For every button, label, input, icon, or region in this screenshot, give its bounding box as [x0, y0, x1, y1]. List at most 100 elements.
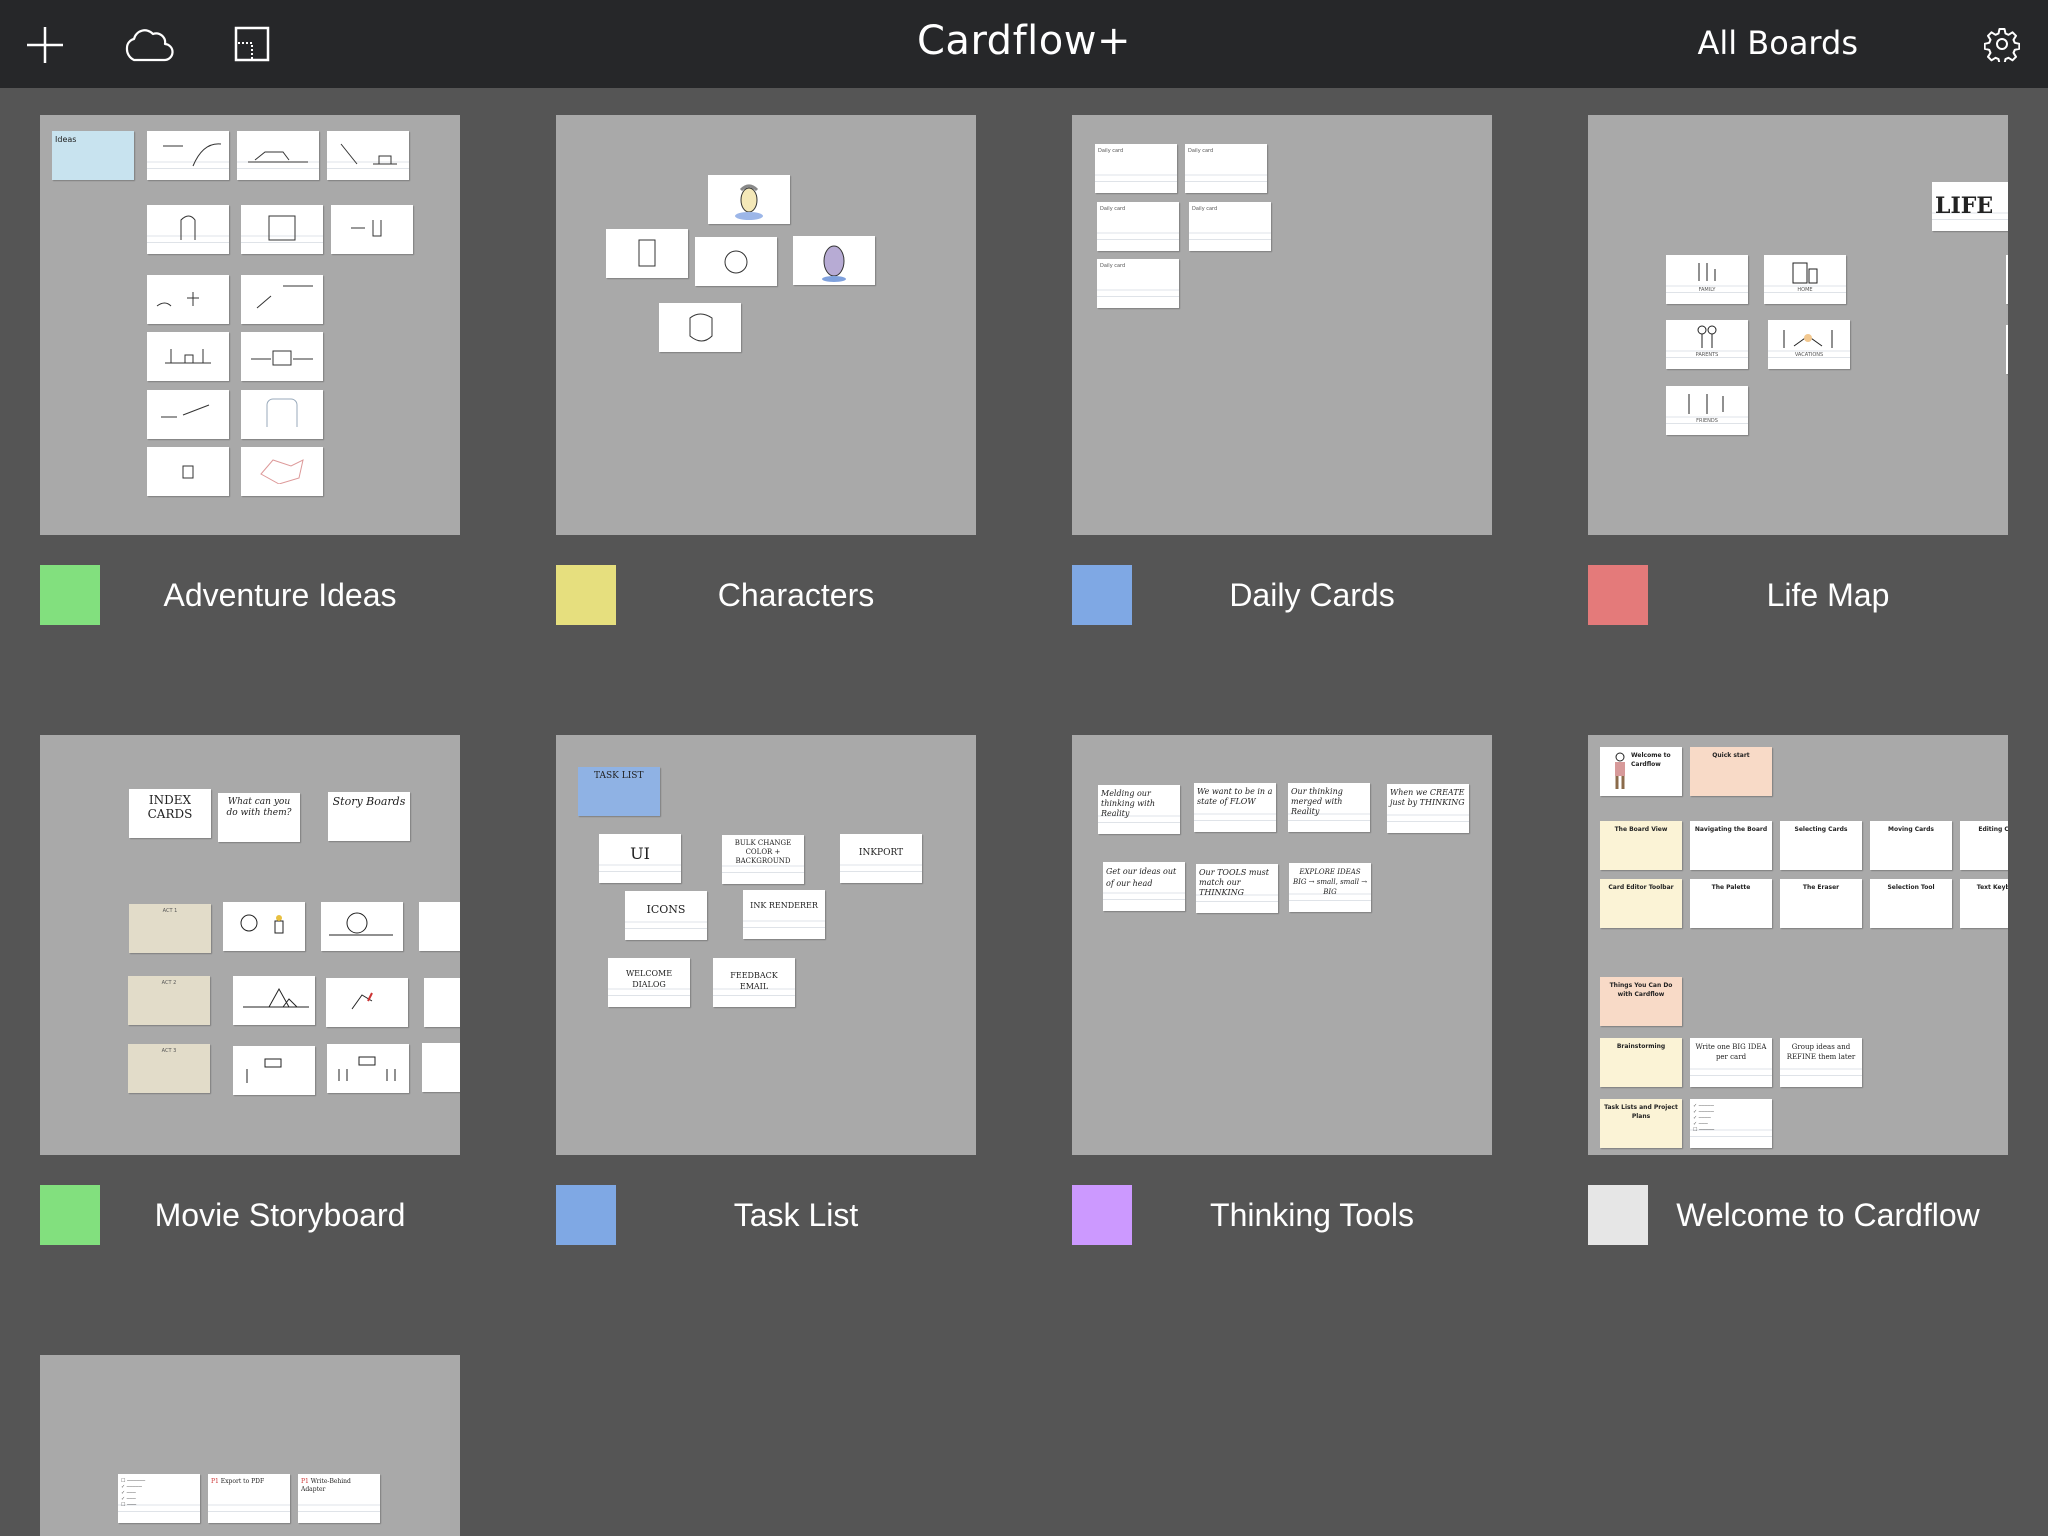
- card-text: Selection Tool: [1887, 884, 1935, 891]
- card: [147, 447, 229, 496]
- board-thumbnail[interactable]: Ideas: [40, 115, 460, 535]
- card: [708, 175, 790, 224]
- card-text: Text Keyboard: [1976, 884, 2008, 891]
- card: [327, 1044, 409, 1093]
- card-text: Write one BIG IDEA per card: [1695, 1043, 1767, 1061]
- card: ICONS: [625, 891, 707, 940]
- board-label[interactable]: Adventure Ideas: [40, 565, 460, 625]
- board-name: Characters: [717, 577, 875, 613]
- card: [241, 390, 323, 439]
- card: BULK CHANGE COLOR + BACKGROUND: [722, 835, 804, 884]
- sketch-icon: [351, 992, 373, 1010]
- card-edge: [2006, 325, 2008, 374]
- card-text: Melding our thinking with Reality: [1101, 789, 1156, 818]
- card: Brainstorming: [1600, 1038, 1682, 1087]
- card: INK RENDERER: [743, 890, 825, 939]
- card: [147, 205, 229, 254]
- card-text: EXPLORE IDEAS BIG → small, small → BIG: [1292, 868, 1368, 896]
- card-text: Daily card: [1100, 263, 1126, 269]
- board-thumbnail[interactable]: Welcome to Cardflow Quick start The Boar…: [1588, 735, 2008, 1155]
- board-label[interactable]: Thinking Tools: [1072, 1185, 1492, 1245]
- card-text: Group ideas and REFINE them later: [1786, 1043, 1856, 1061]
- sketch-icon: [161, 404, 210, 418]
- card-text: ACT 1: [162, 908, 178, 914]
- card: Story Boards: [328, 792, 410, 841]
- card-text: Task Lists and Project Plans: [1604, 1104, 1678, 1120]
- priority-flag: P1: [301, 1478, 311, 1485]
- card: LIFE: [1932, 182, 2008, 231]
- card: Melding our thinking with Reality: [1098, 785, 1180, 834]
- board-thumbnail[interactable]: [556, 115, 976, 535]
- card: Daily card: [1185, 144, 1267, 193]
- board-thumbnail[interactable]: Melding our thinking with Reality We wan…: [1072, 735, 1492, 1155]
- card-text: ACT 3: [161, 1048, 177, 1054]
- card: [147, 131, 229, 180]
- board-name: Welcome to Cardflow: [1676, 1197, 1980, 1233]
- card: PARENTS: [1666, 320, 1748, 369]
- board-thumbnail[interactable]: Daily card Daily card Daily card Daily c…: [1072, 115, 1492, 535]
- sketch-icon: [256, 285, 313, 309]
- board-label[interactable]: Welcome to Cardflow: [1588, 1185, 2008, 1245]
- card: VACATIONS: [1768, 320, 1850, 369]
- board-label[interactable]: Characters: [556, 565, 976, 625]
- card: The Palette: [1690, 879, 1772, 928]
- card: Ideas: [52, 131, 134, 180]
- color-swatch: [556, 1185, 616, 1245]
- sketch-icon: [240, 914, 284, 934]
- priority-flag: P1: [211, 1478, 221, 1485]
- card: [147, 332, 229, 381]
- card: Selection Tool: [1870, 879, 1952, 928]
- stick-figure-icon: [1698, 263, 1716, 281]
- card: P1 Export to PDF: [208, 1474, 290, 1523]
- card-text: Card Editor Toolbar: [1608, 884, 1674, 891]
- card: ACT 3: [128, 1044, 210, 1093]
- board-name: Life Map: [1766, 577, 1890, 613]
- card: [241, 205, 323, 254]
- card: [419, 902, 460, 951]
- card: TASK LIST: [578, 767, 660, 816]
- card-text: INKPORT: [858, 848, 904, 858]
- card-text: Quick start: [1712, 752, 1750, 759]
- board-label[interactable]: Daily Cards: [1072, 565, 1492, 625]
- card: [326, 978, 408, 1027]
- board-label[interactable]: Life Map: [1588, 565, 2008, 625]
- card-text: What can you do with them?: [226, 797, 292, 818]
- card-text: WELCOME DIALOG: [625, 969, 673, 989]
- top-bar: Cardflow+ All Boards: [0, 0, 2048, 88]
- sketch-icon: [156, 292, 199, 307]
- board-thumbnail[interactable]: ☐ ────── ✓ ───── ✓ ─── ✓ ─── ☐ ─── P1 Export…: [40, 1355, 460, 1536]
- card: EXPLORE IDEAS BIG → small, small → BIG: [1289, 863, 1371, 912]
- card: [147, 275, 229, 324]
- checklist: ☐ ────── ✓ ───── ✓ ─── ✓ ─── ☐ ───: [121, 1478, 146, 1508]
- all-boards-button[interactable]: All Boards: [1697, 24, 1858, 62]
- card: [331, 205, 413, 254]
- card: UI: [599, 834, 681, 883]
- face-sketch-icon: [735, 184, 763, 220]
- card-text: We want to be in a state of FLOW: [1197, 787, 1273, 806]
- board-thumbnail[interactable]: LIFE FAMILY HOME PARENTS VACATIONS FRIEN…: [1588, 115, 2008, 535]
- gear-icon[interactable]: [1984, 26, 2020, 62]
- sketch-icon: [246, 1058, 282, 1083]
- card: ACT 2: [128, 976, 210, 1025]
- card: Daily card: [1095, 144, 1177, 193]
- color-swatch: [1072, 565, 1132, 625]
- board-name: Daily Cards: [1229, 577, 1395, 613]
- card: Quick start: [1690, 747, 1772, 796]
- card: Editing Cards: [1960, 821, 2008, 870]
- card-text: UI: [630, 844, 650, 863]
- sketch-icon: [260, 459, 304, 484]
- color-swatch: [40, 565, 100, 625]
- board-name: Task List: [733, 1197, 859, 1233]
- board-label[interactable]: Task List: [556, 1185, 976, 1245]
- card: The Board View: [1600, 821, 1682, 870]
- card-text: PARENTS: [1695, 352, 1719, 358]
- board-thumbnail[interactable]: TASK LIST UI BULK CHANGE COLOR + BACKGRO…: [556, 735, 976, 1155]
- card: When we CREATE just by THINKING: [1387, 784, 1469, 833]
- card-text: Our thinking merged with Reality: [1291, 787, 1343, 816]
- house-icon: [1792, 262, 1818, 284]
- sketch-icon: [182, 465, 194, 479]
- board-label[interactable]: Movie Storyboard: [40, 1185, 460, 1245]
- card-text: HOME: [1797, 287, 1813, 293]
- board-thumbnail[interactable]: INDEX CARDS What can you do with them? S…: [40, 735, 460, 1155]
- card: FAMILY: [1666, 255, 1748, 304]
